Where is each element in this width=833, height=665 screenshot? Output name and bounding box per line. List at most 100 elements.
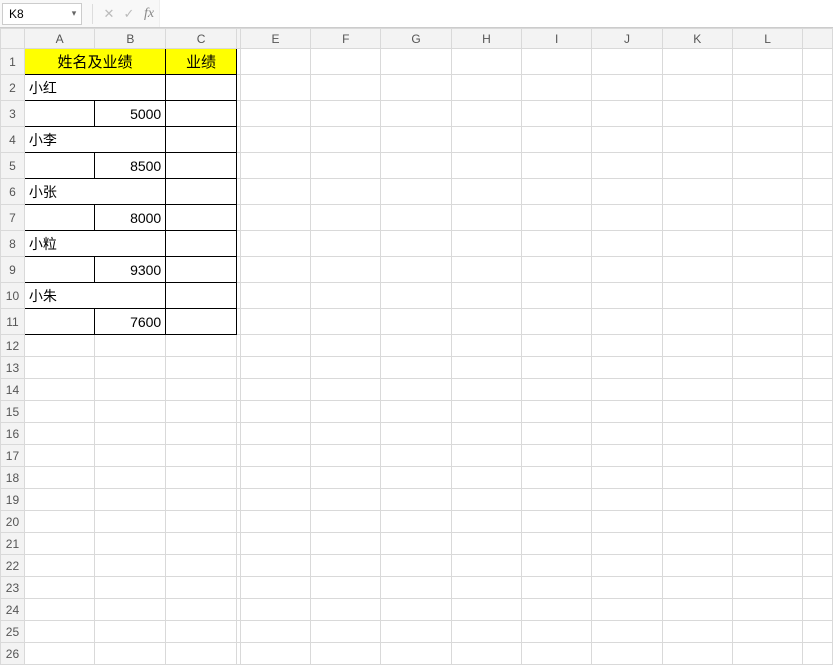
cell[interactable] [451, 49, 521, 75]
col-header-overflow[interactable] [803, 29, 833, 49]
cell[interactable] [166, 153, 237, 179]
cell[interactable] [522, 101, 592, 127]
cell[interactable] [522, 401, 592, 423]
cell[interactable]: 小红 [24, 75, 165, 101]
cell[interactable] [166, 283, 237, 309]
cell[interactable] [451, 179, 521, 205]
cell[interactable] [522, 283, 592, 309]
cell[interactable] [732, 533, 802, 555]
cell[interactable]: 小朱 [24, 283, 165, 309]
cell[interactable] [381, 423, 451, 445]
cell[interactable] [592, 621, 662, 643]
row-header-12[interactable]: 12 [1, 335, 25, 357]
cell[interactable] [803, 231, 833, 257]
cell[interactable] [592, 555, 662, 577]
cell[interactable] [311, 127, 381, 153]
cell[interactable] [592, 127, 662, 153]
cell[interactable] [522, 205, 592, 231]
cell[interactable] [451, 283, 521, 309]
cell[interactable] [662, 467, 732, 489]
cell[interactable] [166, 127, 237, 153]
row-header-16[interactable]: 16 [1, 423, 25, 445]
cell[interactable] [95, 335, 166, 357]
cell[interactable] [311, 643, 381, 665]
cell[interactable] [803, 101, 833, 127]
cell[interactable] [381, 335, 451, 357]
cell[interactable] [451, 489, 521, 511]
cell[interactable] [522, 445, 592, 467]
cell[interactable] [311, 179, 381, 205]
cell[interactable] [166, 423, 237, 445]
cell[interactable] [311, 205, 381, 231]
cell[interactable] [240, 153, 310, 179]
cell[interactable] [95, 467, 166, 489]
col-header-H[interactable]: H [451, 29, 521, 49]
cell[interactable] [166, 357, 237, 379]
cell[interactable] [732, 283, 802, 309]
cell[interactable] [732, 599, 802, 621]
cell[interactable] [522, 153, 592, 179]
cell[interactable] [240, 257, 310, 283]
cell[interactable] [381, 533, 451, 555]
cell[interactable] [24, 555, 95, 577]
cell[interactable] [451, 643, 521, 665]
cell[interactable] [166, 445, 237, 467]
cell[interactable] [240, 75, 310, 101]
col-header-L[interactable]: L [732, 29, 802, 49]
cell[interactable] [803, 283, 833, 309]
cell[interactable] [311, 309, 381, 335]
cell[interactable] [95, 401, 166, 423]
cell[interactable] [592, 49, 662, 75]
cell[interactable] [662, 423, 732, 445]
row-header-2[interactable]: 2 [1, 75, 25, 101]
cell[interactable] [240, 621, 310, 643]
cell[interactable] [522, 257, 592, 283]
cell[interactable] [732, 379, 802, 401]
cell[interactable] [240, 511, 310, 533]
cell[interactable] [451, 599, 521, 621]
cell[interactable] [803, 357, 833, 379]
cell[interactable] [311, 75, 381, 101]
cell[interactable] [662, 379, 732, 401]
cell[interactable] [451, 445, 521, 467]
cell[interactable] [592, 445, 662, 467]
cell[interactable] [381, 309, 451, 335]
row-header-15[interactable]: 15 [1, 401, 25, 423]
cell[interactable] [311, 621, 381, 643]
cell[interactable] [732, 101, 802, 127]
cell[interactable] [95, 621, 166, 643]
cell[interactable] [803, 127, 833, 153]
cell[interactable] [95, 379, 166, 401]
cell[interactable] [732, 357, 802, 379]
cell[interactable] [311, 231, 381, 257]
cell[interactable] [662, 101, 732, 127]
cell[interactable]: 小张 [24, 179, 165, 205]
cell[interactable] [732, 205, 802, 231]
cell[interactable] [732, 643, 802, 665]
cell[interactable] [95, 445, 166, 467]
cell[interactable] [311, 401, 381, 423]
cell[interactable] [803, 423, 833, 445]
cell[interactable] [732, 489, 802, 511]
cell[interactable] [592, 257, 662, 283]
cell[interactable] [95, 423, 166, 445]
cell[interactable] [311, 533, 381, 555]
cell[interactable] [381, 153, 451, 179]
cell[interactable] [166, 75, 237, 101]
cell[interactable] [803, 309, 833, 335]
col-header-G[interactable]: G [381, 29, 451, 49]
cell[interactable]: 小李 [24, 127, 165, 153]
formula-input[interactable] [159, 0, 833, 27]
cell[interactable] [381, 127, 451, 153]
cell[interactable] [522, 309, 592, 335]
cell[interactable] [803, 257, 833, 283]
cell[interactable] [240, 335, 310, 357]
row-header-25[interactable]: 25 [1, 621, 25, 643]
cell[interactable] [451, 231, 521, 257]
col-header-E[interactable]: E [240, 29, 310, 49]
cell[interactable] [24, 205, 95, 231]
cell[interactable] [311, 257, 381, 283]
cell[interactable]: 业绩 [166, 49, 237, 75]
cell[interactable] [166, 621, 237, 643]
cell[interactable] [166, 379, 237, 401]
